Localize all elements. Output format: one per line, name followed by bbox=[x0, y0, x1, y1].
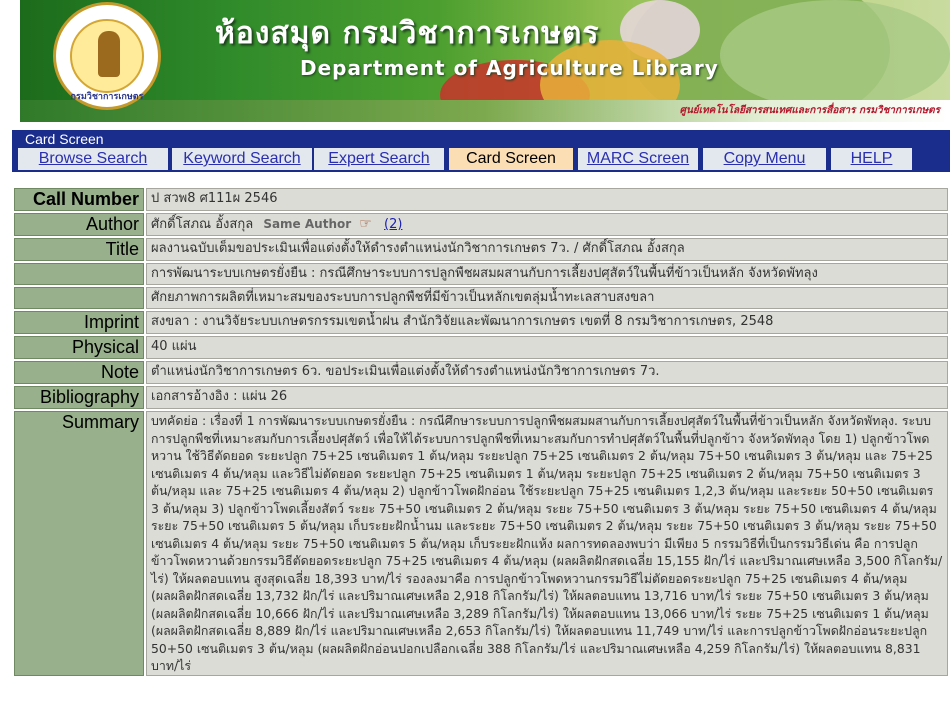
empty-label bbox=[14, 287, 144, 309]
tab-help[interactable]: HELP bbox=[831, 148, 912, 170]
seal-text: กรมวิชาการเกษตร bbox=[70, 92, 144, 102]
note-label: Note bbox=[14, 361, 144, 384]
record-row-summary: Summary บทคัดย่อ : เรื่องที่ 1 การพัฒนาร… bbox=[14, 411, 948, 676]
record-card-table: Call Number ป สวพ8 ศ111ผ 2546 Author ศัก… bbox=[12, 186, 950, 678]
tab-card-screen[interactable]: Card Screen bbox=[449, 148, 573, 170]
header-banner: กรมวิชาการเกษตร ห้องสมุด กรมวิชาการเกษตร… bbox=[20, 0, 950, 122]
record-row-author: Author ศักดิ์โสภณ อั้งสกุล Same Author ☞… bbox=[14, 213, 948, 236]
record-row-title: Title ผลงานฉบับเต็มขอประเมินเพื่อแต่งตั้… bbox=[14, 238, 948, 261]
empty-label bbox=[14, 263, 144, 285]
record-row-note: Note ตำแหน่งนักวิชาการเกษตร 6ว. ขอประเมิ… bbox=[14, 361, 948, 384]
same-author-button[interactable]: Same Author bbox=[263, 217, 351, 231]
screen-title: Card Screen bbox=[25, 131, 104, 147]
seal-emblem-icon bbox=[70, 19, 144, 93]
tab-browse-search[interactable]: Browse Search bbox=[18, 148, 168, 170]
summary-value: บทคัดย่อ : เรื่องที่ 1 การพัฒนาระบบเกษตร… bbox=[146, 411, 948, 676]
department-seal-logo: กรมวิชาการเกษตร bbox=[53, 2, 161, 110]
author-label: Author bbox=[14, 213, 144, 236]
title-line-3: ศักยภาพการผลิตที่เหมาะสมของระบบการปลูกพื… bbox=[146, 287, 948, 309]
physical-value: 40 แผ่น bbox=[146, 336, 948, 359]
title-value: ผลงานฉบับเต็มขอประเมินเพื่อแต่งตั้งให้ดำ… bbox=[146, 238, 948, 261]
bibliography-value: เอกสารอ้างอิง : แผ่น 26 bbox=[146, 386, 948, 409]
library-title-english: Department of Agriculture Library bbox=[300, 56, 719, 80]
summary-label: Summary bbox=[14, 411, 144, 676]
banner-caption: ศูนย์เทคโนโลยีสารสนเทศและการสื่อสาร กรมว… bbox=[679, 105, 940, 116]
imprint-label: Imprint bbox=[14, 311, 144, 334]
record-row-call-number: Call Number ป สวพ8 ศ111ผ 2546 bbox=[14, 188, 948, 211]
bibliography-label: Bibliography bbox=[14, 386, 144, 409]
tab-bar: Browse Search Keyword Search Expert Sear… bbox=[12, 148, 950, 172]
record-row-imprint: Imprint สงขลา : งานวิจัยระบบเกษตรกรรมเขต… bbox=[14, 311, 948, 334]
call-number-value: ป สวพ8 ศ111ผ 2546 bbox=[146, 188, 948, 211]
tab-expert-search[interactable]: Expert Search bbox=[314, 148, 444, 170]
tab-copy-menu[interactable]: Copy Menu bbox=[703, 148, 826, 170]
seal-figure-icon bbox=[98, 31, 120, 77]
tab-keyword-search[interactable]: Keyword Search bbox=[172, 148, 312, 170]
banner-decoration bbox=[720, 0, 950, 110]
author-value: ศักดิ์โสภณ อั้งสกุล bbox=[151, 217, 254, 232]
record-row-title-line2: การพัฒนาระบบเกษตรยั่งยืน : กรณีศึกษาระบบ… bbox=[14, 263, 948, 285]
note-value: ตำแหน่งนักวิชาการเกษตร 6ว. ขอประเมินเพื่… bbox=[146, 361, 948, 384]
author-cell: ศักดิ์โสภณ อั้งสกุล Same Author ☞ (2) bbox=[146, 213, 948, 236]
tab-marc-screen[interactable]: MARC Screen bbox=[578, 148, 698, 170]
pointing-hand-icon[interactable]: ☞ bbox=[359, 214, 372, 234]
record-row-physical: Physical 40 แผ่น bbox=[14, 336, 948, 359]
imprint-value: สงขลา : งานวิจัยระบบเกษตรกรรมเขตน้ำฝน สำ… bbox=[146, 311, 948, 334]
screen-title-bar: Card Screen bbox=[12, 130, 950, 150]
record-row-title-line3: ศักยภาพการผลิตที่เหมาะสมของระบบการปลูกพื… bbox=[14, 287, 948, 309]
physical-label: Physical bbox=[14, 336, 144, 359]
library-title-thai: ห้องสมุด กรมวิชาการเกษตร bbox=[215, 16, 600, 51]
title-label: Title bbox=[14, 238, 144, 261]
title-line-2: การพัฒนาระบบเกษตรยั่งยืน : กรณีศึกษาระบบ… bbox=[146, 263, 948, 285]
same-author-count-link[interactable]: (2) bbox=[384, 217, 402, 232]
record-row-bibliography: Bibliography เอกสารอ้างอิง : แผ่น 26 bbox=[14, 386, 948, 409]
call-number-label: Call Number bbox=[14, 188, 144, 211]
